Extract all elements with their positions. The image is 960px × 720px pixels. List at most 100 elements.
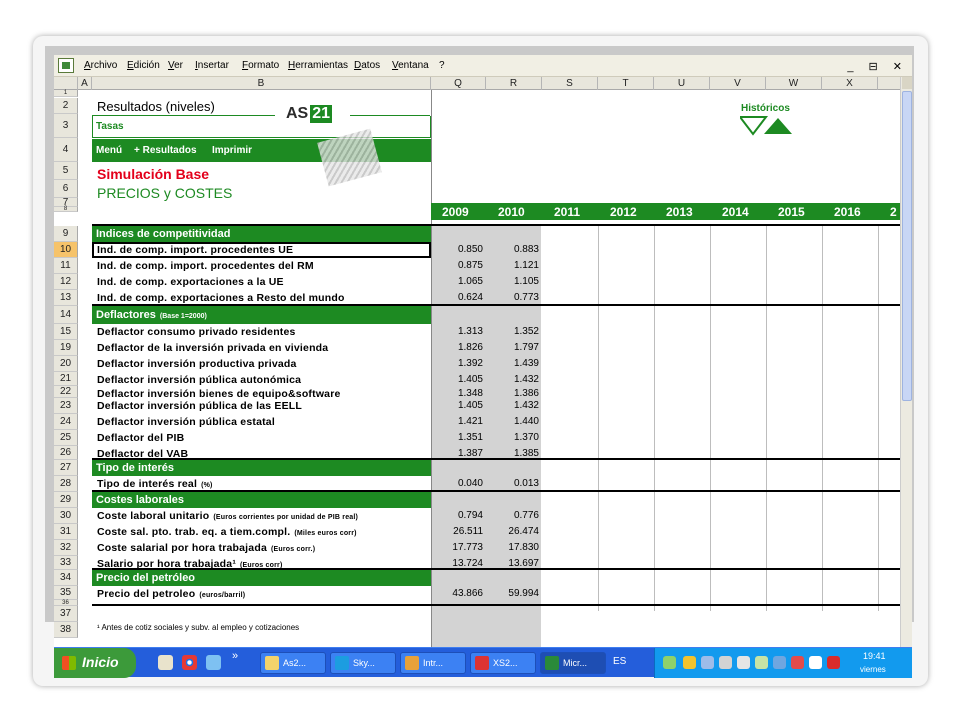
column-header-r[interactable]: R	[486, 77, 542, 90]
tray-icon[interactable]	[663, 656, 676, 669]
row-label[interactable]: Coste sal. pto. trab. eq. a tiem.compl.(…	[97, 525, 357, 541]
menu-help[interactable]: ?	[439, 60, 445, 71]
row-number[interactable]: 27	[54, 460, 78, 476]
menu-ver[interactable]: Ver	[168, 60, 183, 71]
column-header-a[interactable]: A	[78, 77, 92, 90]
quicklaunch-chevron[interactable]: »	[232, 650, 238, 662]
tray-icon[interactable]	[683, 656, 696, 669]
value-cell-2009[interactable]: 1.351	[431, 431, 483, 445]
value-cell-2010[interactable]: 26.474	[486, 525, 539, 539]
volume-icon[interactable]	[737, 656, 750, 669]
row-label[interactable]: Deflactor inversión pública estatal	[97, 415, 275, 429]
row-number[interactable]: 6	[54, 180, 78, 198]
row-number[interactable]: 11	[54, 258, 78, 274]
row-number[interactable]: 37	[54, 606, 78, 622]
row-number[interactable]: 19	[54, 340, 78, 356]
row-number[interactable]: 1	[54, 90, 78, 97]
row-number[interactable]: 15	[54, 324, 78, 340]
value-cell-2009[interactable]: 43.866	[431, 587, 483, 601]
window-controls[interactable]: _ ⊟ ✕	[847, 60, 908, 73]
row-number[interactable]: 12	[54, 274, 78, 290]
value-cell-2009[interactable]: 0.850	[431, 243, 483, 257]
tray-icon[interactable]	[719, 656, 732, 669]
row-label[interactable]: Salario por hora trabajada¹ (Euros corr)	[97, 557, 283, 573]
value-cell-2010[interactable]: 1.440	[486, 415, 539, 429]
row-label[interactable]: Ind. de comp. exportaciones a Resto del …	[97, 291, 345, 305]
taskbar-task-button[interactable]: XS2...	[470, 652, 536, 674]
value-cell-2009[interactable]: 1.405	[431, 373, 483, 387]
menu-datos[interactable]: Datos	[354, 60, 380, 71]
row-number[interactable]: 3	[54, 114, 78, 138]
row-number[interactable]: 10	[54, 242, 78, 258]
value-cell-2009[interactable]: 0.794	[431, 509, 483, 523]
value-cell-2009[interactable]: 26.511	[431, 525, 483, 539]
row-label[interactable]: Deflactor de la inversión privada en viv…	[97, 341, 328, 355]
excel-app-icon[interactable]	[58, 58, 74, 73]
value-cell-2010[interactable]: 59.994	[486, 587, 539, 601]
tray-icon[interactable]	[755, 656, 768, 669]
scroll-thumb[interactable]	[902, 91, 912, 401]
row-number[interactable]: 35	[54, 586, 78, 600]
row-number[interactable]: 32	[54, 540, 78, 556]
tray-icon[interactable]	[791, 656, 804, 669]
row-label[interactable]: Ind. de comp. exportaciones a la UE	[97, 275, 284, 289]
column-header-t[interactable]: T	[598, 77, 654, 90]
row-number[interactable]: 5	[54, 162, 78, 180]
selected-cell-outline[interactable]	[92, 242, 431, 258]
value-cell-2010[interactable]: 13.697	[486, 557, 539, 571]
row-label[interactable]: Deflactor inversión pública de las EELL	[97, 399, 302, 413]
row-label[interactable]: Deflactor inversión pública autonómica	[97, 373, 301, 387]
row-number[interactable]: 9	[54, 226, 78, 242]
row-number[interactable]: 13	[54, 290, 78, 306]
value-cell-2009[interactable]: 1.313	[431, 325, 483, 339]
start-button[interactable]: Inicio	[54, 648, 136, 678]
menu-herramientas[interactable]: Herramientas	[288, 60, 348, 71]
value-cell-2009[interactable]: 1.405	[431, 399, 483, 413]
value-cell-2009[interactable]: 1.387	[431, 447, 483, 461]
row-number[interactable]: 21	[54, 372, 78, 386]
row-label[interactable]: Tipo de interés real (%)	[97, 477, 213, 493]
row-number[interactable]: 20	[54, 356, 78, 372]
scroll-up-icon[interactable]	[902, 77, 912, 89]
value-cell-2010[interactable]: 1.352	[486, 325, 539, 339]
value-cell-2010[interactable]: 1.370	[486, 431, 539, 445]
row-label[interactable]: Coste salarial por hora trabajada (Euros …	[97, 541, 315, 557]
column-header-q[interactable]: Q	[431, 77, 486, 90]
row-number[interactable]: 28	[54, 476, 78, 492]
menu-archivo[interactable]: Archivo	[84, 60, 117, 71]
chrome-icon[interactable]	[182, 655, 197, 670]
row-number[interactable]: 29	[54, 492, 78, 508]
row-number[interactable]: 14	[54, 306, 78, 324]
value-cell-2009[interactable]: 1.392	[431, 357, 483, 371]
resultados-link[interactable]: + Resultados	[134, 144, 197, 158]
value-cell-2010[interactable]: 17.830	[486, 541, 539, 555]
row-number[interactable]: 26	[54, 446, 78, 460]
row-label[interactable]: Ind. de comp. import. procedentes del RM	[97, 259, 314, 273]
menu-ventana[interactable]: Ventana	[392, 60, 429, 71]
historicos-label[interactable]: Históricos	[741, 102, 790, 116]
value-cell-2010[interactable]: 0.776	[486, 509, 539, 523]
value-cell-2010[interactable]: 1.121	[486, 259, 539, 273]
value-cell-2009[interactable]: 0.624	[431, 291, 483, 305]
row-number[interactable]: 30	[54, 508, 78, 524]
row-number[interactable]: 33	[54, 556, 78, 570]
clock-day[interactable]: viernes	[860, 665, 886, 674]
vertical-scrollbar[interactable]	[900, 77, 912, 647]
value-cell-2010[interactable]: 1.432	[486, 399, 539, 413]
column-header-w[interactable]: W	[766, 77, 822, 90]
menu-link[interactable]: Menú	[96, 144, 122, 158]
taskbar-task-button[interactable]: Micr...	[540, 652, 606, 674]
row-number[interactable]: 38	[54, 622, 78, 638]
value-cell-2010[interactable]: 0.883	[486, 243, 539, 257]
menu-formato[interactable]: Formato	[242, 60, 279, 71]
row-label[interactable]: Deflactor inversión productiva privada	[97, 357, 297, 371]
row-number[interactable]: 24	[54, 414, 78, 430]
value-cell-2009[interactable]: 17.773	[431, 541, 483, 555]
bluetooth-icon[interactable]	[773, 656, 786, 669]
value-cell-2009[interactable]: 1.421	[431, 415, 483, 429]
row-number[interactable]: 22	[54, 386, 78, 398]
menu-edicion[interactable]: Edición	[127, 60, 160, 71]
menu-insertar[interactable]: Insertar	[195, 60, 229, 71]
value-cell-2009[interactable]: 0.875	[431, 259, 483, 273]
row-label[interactable]: Deflactor del VAB	[97, 447, 188, 461]
